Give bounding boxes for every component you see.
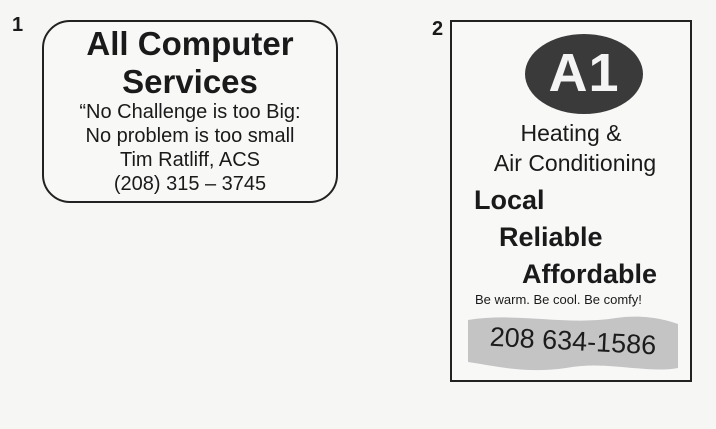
tag-local: Local [474,185,545,215]
computer-services-ad: All Computer Services “No Challenge is t… [42,20,338,203]
ad-tagline-1: “No Challenge is too Big: [79,101,301,123]
ad-title-line-1: All Computer [86,25,294,62]
tag-reliable: Reliable [499,222,603,252]
ad-heading-line-1: Heating & [520,120,622,146]
phone-banner: 208 634-1586 [466,312,680,374]
ad-number-2: 2 [432,18,444,40]
ad-title-line-2: Services [122,63,258,100]
logo-text: A1 [548,43,620,103]
ad-phone-number: (208) 315 – 3745 [113,173,267,195]
ad-slogan: Be warm. Be cool. Be comfy! [475,292,642,307]
a1-logo: A1 [525,34,643,114]
hvac-ad: A1 Heating & Air Conditioning Local Reli… [450,20,692,382]
ad-tagline-2: No problem is too small [85,125,295,147]
ad-heading-line-2: Air Conditioning [493,150,657,176]
ad-number-1: 1 [12,14,24,36]
ad-contact-name: Tim Ratliff, ACS [119,149,261,171]
tag-affordable: Affordable [522,259,657,289]
